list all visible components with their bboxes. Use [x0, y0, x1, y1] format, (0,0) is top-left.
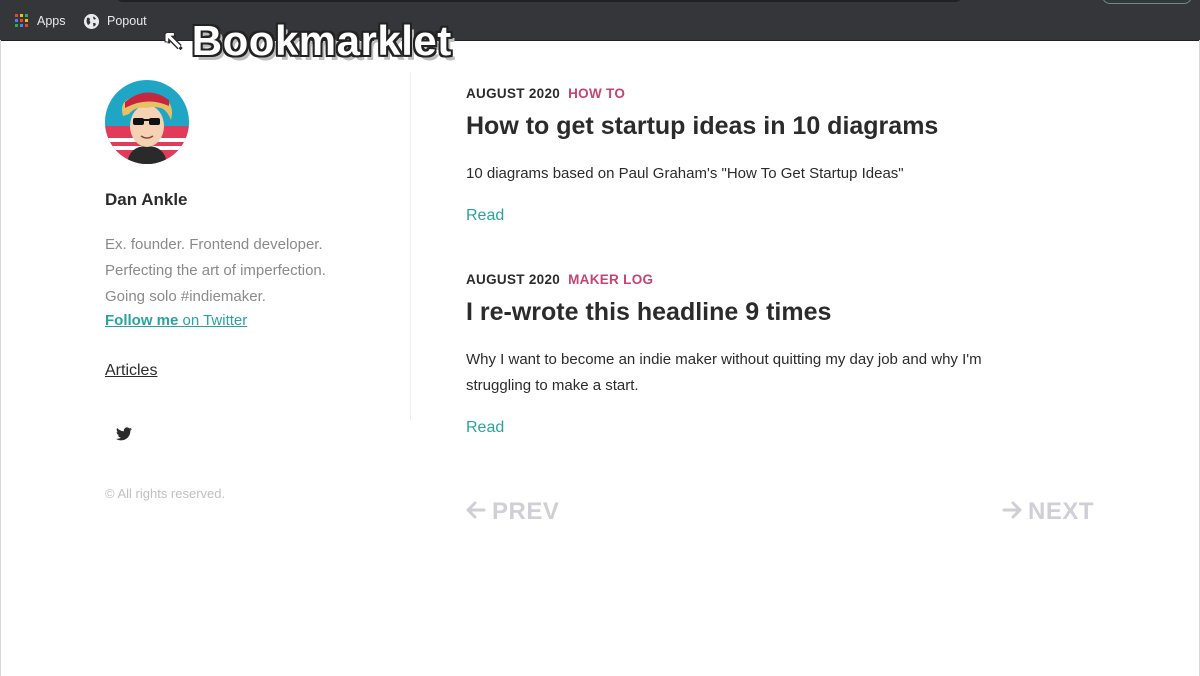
- post-date: AUGUST 2020: [466, 272, 561, 287]
- arrow-right-icon: [1002, 498, 1022, 526]
- post-title[interactable]: How to get startup ideas in 10 diagrams: [466, 111, 1106, 141]
- address-bar-edge[interactable]: [115, 0, 963, 2]
- next-label: NEXT: [1028, 498, 1095, 525]
- bookmark-apps-label: Apps: [37, 14, 66, 28]
- author-name: Dan Ankle: [105, 190, 188, 209]
- cursor-arrow-icon: ↖: [162, 26, 184, 56]
- bio-line: Going solo #indiemaker.: [105, 288, 266, 305]
- nav-articles-link[interactable]: Articles: [105, 362, 157, 380]
- post-tag-link[interactable]: HOW TO: [568, 86, 625, 101]
- bookmark-popout[interactable]: Popout: [84, 12, 147, 30]
- post-tag-link[interactable]: MAKER LOG: [568, 272, 653, 287]
- twitter-icon[interactable]: [116, 427, 132, 441]
- post-excerpt: 10 diagrams based on Paul Graham's "How …: [466, 165, 904, 182]
- post-excerpt: Why I want to become an indie maker with…: [466, 351, 982, 394]
- follow-link-strong: Follow me: [105, 312, 179, 329]
- bookmark-popout-label: Popout: [107, 14, 147, 28]
- profile-button-edge[interactable]: [1102, 0, 1192, 4]
- sidebar-divider: [410, 72, 411, 420]
- next-page-button[interactable]: NEXT: [1002, 498, 1094, 526]
- apps-grid-icon: [15, 14, 29, 28]
- post-card: AUGUST 2020 HOW TO How to get startup ide…: [466, 86, 1106, 225]
- prev-page-button[interactable]: PREV: [466, 498, 559, 526]
- bookmark-apps[interactable]: Apps: [15, 12, 66, 30]
- globe-icon: [84, 13, 99, 29]
- post-card: AUGUST 2020 MAKER LOG I re-wrote this hea…: [466, 272, 1106, 437]
- prev-label: PREV: [492, 498, 560, 525]
- post-date: AUGUST 2020: [466, 86, 561, 101]
- overlay-caption-text: Bookmarklet: [191, 17, 452, 64]
- bio-line: Ex. founder. Frontend developer.: [105, 236, 323, 253]
- post-meta: AUGUST 2020 HOW TO: [466, 86, 1106, 101]
- post-meta: AUGUST 2020 MAKER LOG: [466, 272, 1106, 287]
- arrow-left-icon: [466, 498, 486, 526]
- copyright: © All rights reserved.: [105, 486, 226, 501]
- read-link[interactable]: Read: [466, 207, 504, 225]
- post-title[interactable]: I re-wrote this headline 9 times: [466, 297, 1106, 327]
- overlay-caption: ↖ Bookmarklet: [162, 20, 452, 62]
- author-bio: Ex. founder. Frontend developer. Perfect…: [105, 232, 326, 310]
- avatar: [105, 80, 189, 164]
- follow-twitter-link[interactable]: Follow me on Twitter: [105, 310, 247, 332]
- follow-link-rest: on Twitter: [178, 312, 248, 329]
- window-left-edge: [0, 40, 1, 676]
- read-link[interactable]: Read: [466, 419, 504, 437]
- bio-line: Perfecting the art of imperfection.: [105, 262, 326, 279]
